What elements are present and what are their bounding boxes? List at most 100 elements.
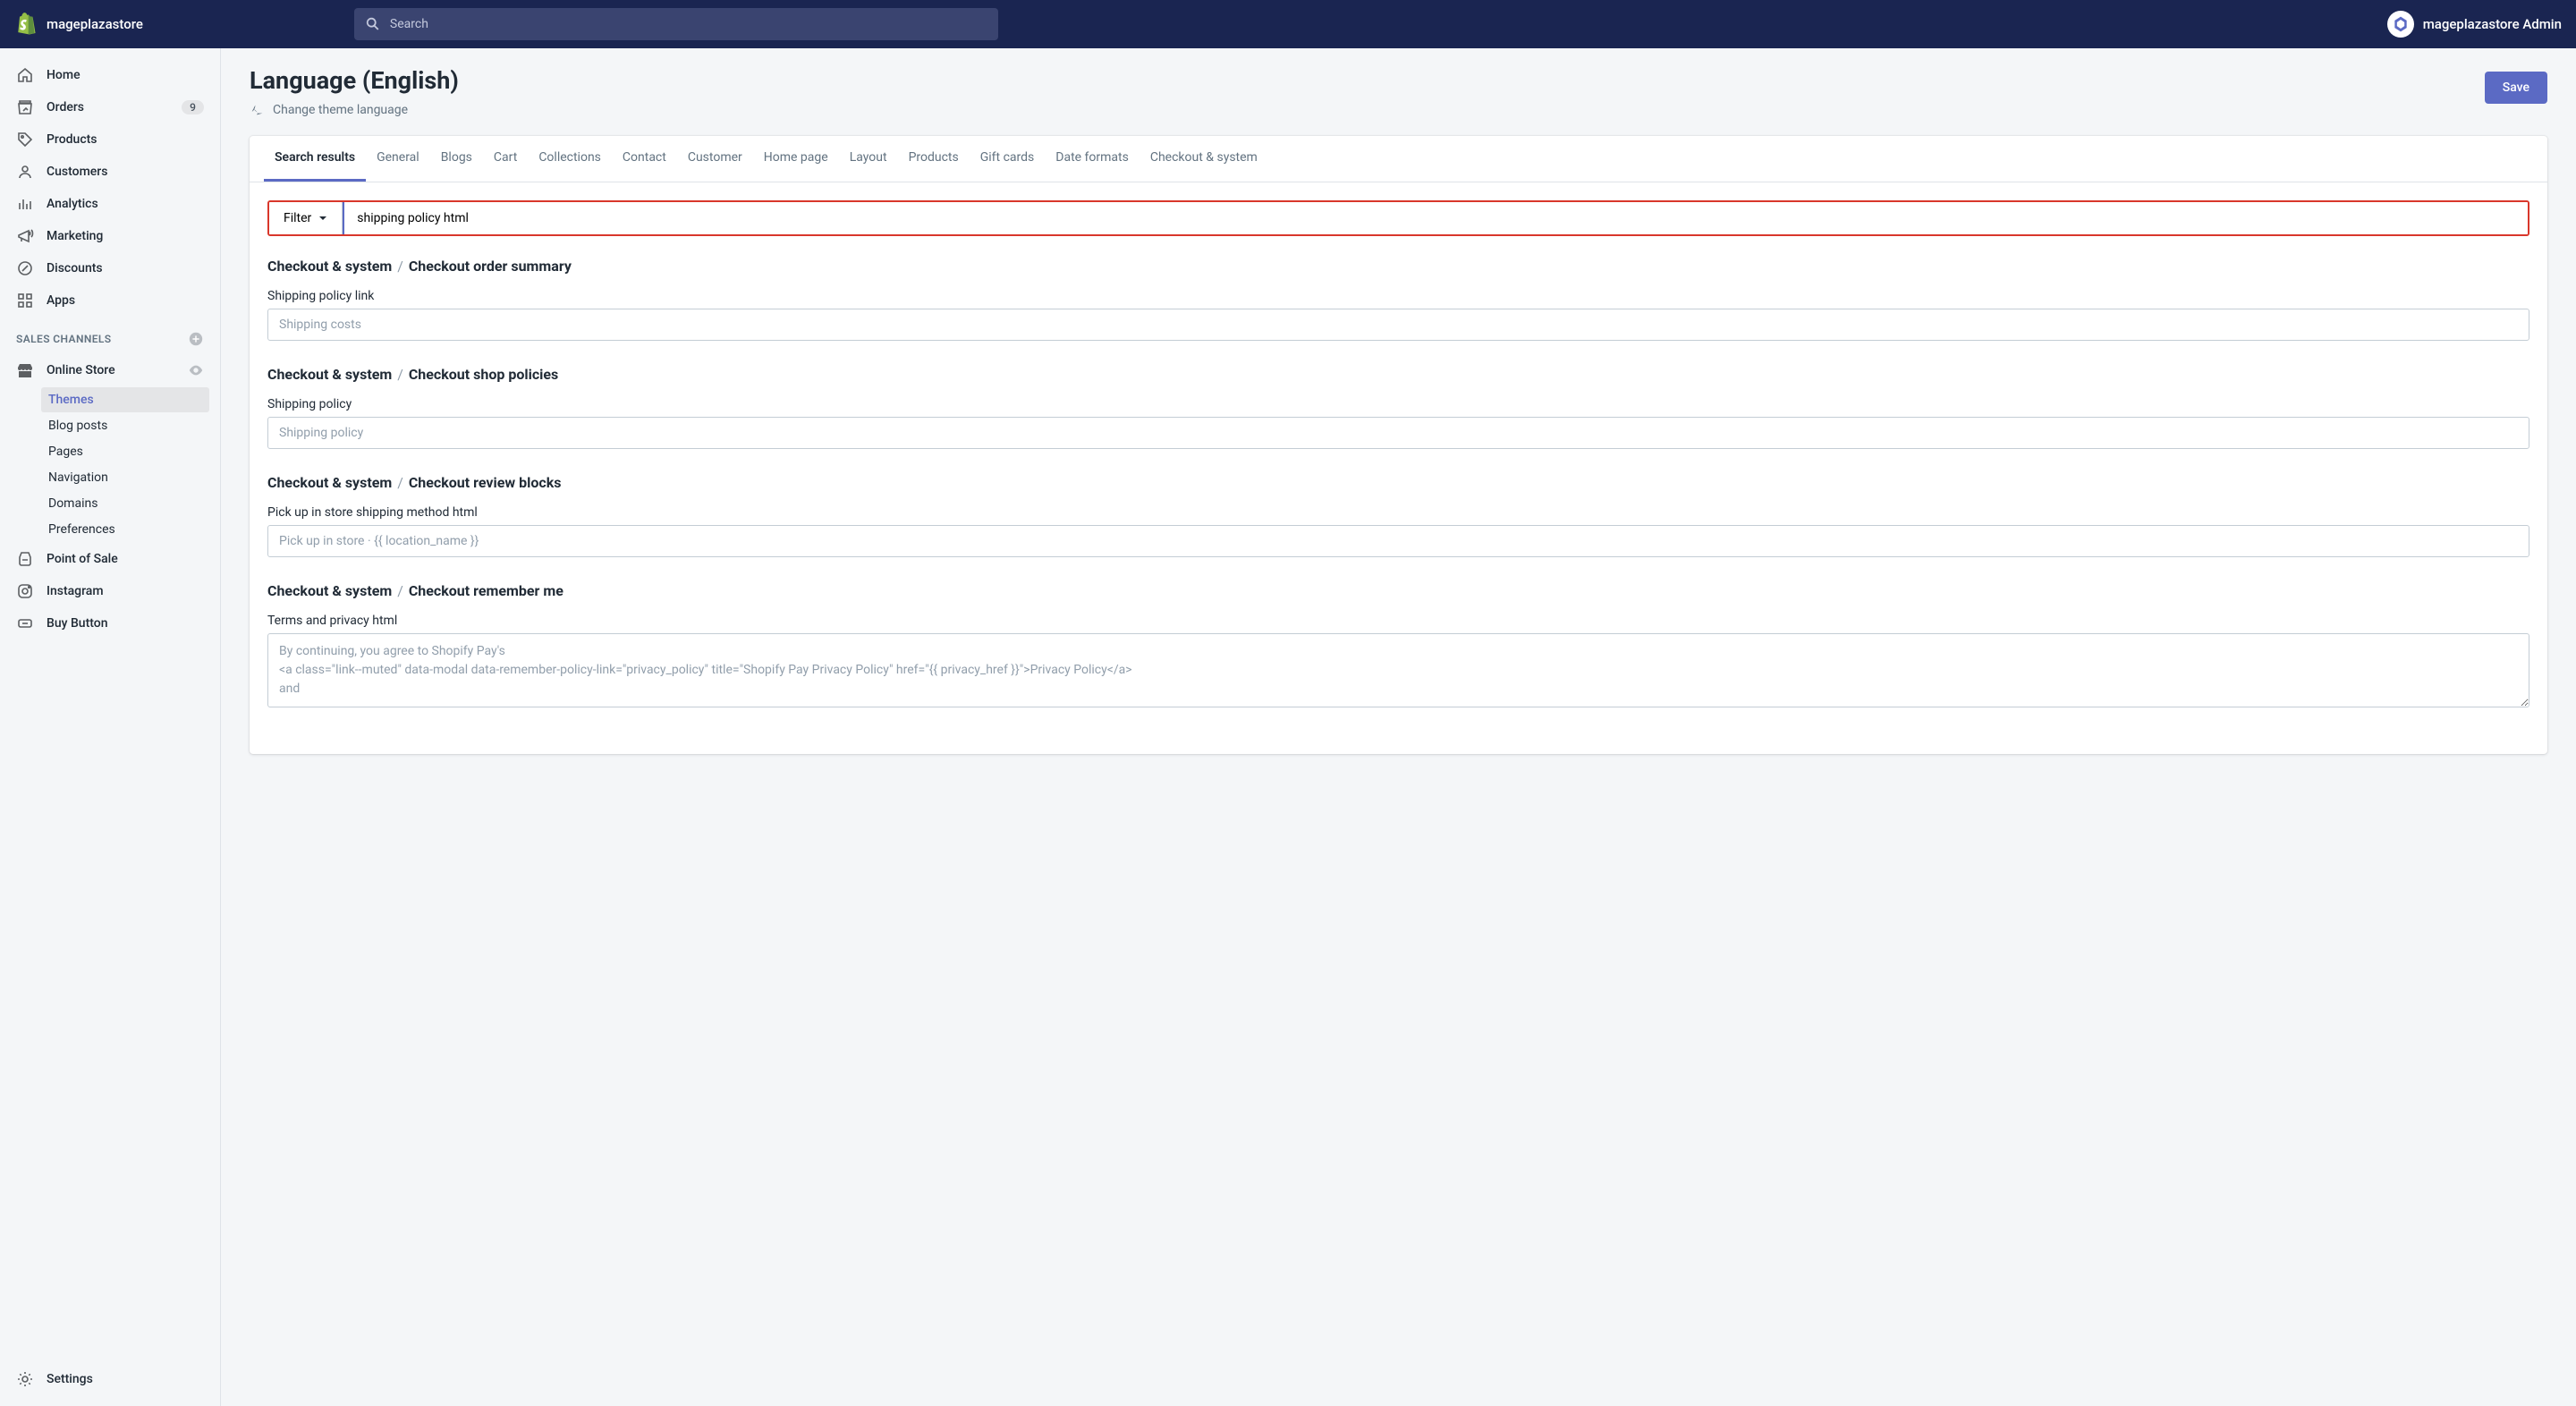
sidebar-label: Settings (47, 1372, 93, 1386)
sidebar-item-marketing[interactable]: Marketing (0, 220, 220, 252)
sidebar-label: Apps (47, 293, 75, 308)
heading-sep: / (397, 258, 407, 275)
user-name: mageplazastore Admin (2423, 16, 2562, 32)
sidebar-label: Products (47, 132, 97, 147)
filter-row: Filter (267, 200, 2529, 236)
subitem-pages[interactable]: Pages (41, 439, 209, 464)
tab-collections[interactable]: Collections (528, 136, 612, 182)
sidebar-label: Point of Sale (47, 552, 118, 566)
sidebar-section-title: SALES CHANNELS (0, 317, 220, 354)
subitem-domains[interactable]: Domains (41, 491, 209, 516)
field-label: Pick up in store shipping method html (267, 505, 2529, 520)
store-name: mageplazastore (47, 16, 143, 32)
change-language-link[interactable]: Change theme language (250, 102, 459, 118)
tab-blogs[interactable]: Blogs (430, 136, 483, 182)
terms-privacy-textarea[interactable] (267, 633, 2529, 707)
tab-gift-cards[interactable]: Gift cards (970, 136, 1046, 182)
heading-sep: / (397, 582, 407, 599)
subitem-blog-posts[interactable]: Blog posts (41, 413, 209, 438)
tab-contact[interactable]: Contact (612, 136, 677, 182)
tab-date-formats[interactable]: Date formats (1045, 136, 1140, 182)
field-label: Shipping policy (267, 397, 2529, 411)
instagram-icon (16, 582, 34, 600)
sidebar-item-online-store[interactable]: Online Store (0, 354, 220, 386)
app-body: Home Orders 9 Products Customers Analyti… (0, 48, 2576, 1406)
heading-b: Checkout shop policies (409, 366, 558, 383)
heading-b: Checkout review blocks (409, 474, 562, 491)
filter-button[interactable]: Filter (269, 202, 343, 234)
tab-layout[interactable]: Layout (839, 136, 898, 182)
topbar-logo[interactable]: mageplazastore (14, 12, 143, 37)
sidebar-item-orders[interactable]: Orders 9 (0, 91, 220, 123)
shopify-icon (14, 12, 38, 37)
tab-products[interactable]: Products (898, 136, 970, 182)
customers-icon (16, 163, 34, 181)
topbar: mageplazastore mageplazastore Admin (0, 0, 2576, 48)
subitem-preferences[interactable]: Preferences (41, 517, 209, 542)
sidebar-item-products[interactable]: Products (0, 123, 220, 156)
section-review-blocks: Checkout & system / Checkout review bloc… (267, 474, 2529, 557)
orders-icon (16, 98, 34, 116)
tab-general[interactable]: General (366, 136, 430, 182)
sidebar-label: Buy Button (47, 616, 108, 631)
heading-a: Checkout & system (267, 582, 392, 599)
eye-icon[interactable] (188, 362, 204, 378)
discounts-icon (16, 259, 34, 277)
sidebar-item-buy-button[interactable]: Buy Button (0, 607, 220, 639)
heading-a: Checkout & system (267, 366, 392, 383)
tab-customer[interactable]: Customer (677, 136, 753, 182)
sidebar-item-customers[interactable]: Customers (0, 156, 220, 188)
sidebar: Home Orders 9 Products Customers Analyti… (0, 48, 221, 1406)
tab-search-results[interactable]: Search results (264, 136, 366, 182)
heading-sep: / (397, 366, 407, 383)
subitem-themes[interactable]: Themes (41, 387, 209, 412)
field-label: Shipping policy link (267, 289, 2529, 303)
filter-input[interactable] (343, 202, 2528, 234)
language-card: Search results General Blogs Cart Collec… (250, 136, 2547, 754)
heading-a: Checkout & system (267, 474, 392, 491)
caret-down-icon (318, 214, 327, 223)
sidebar-item-home[interactable]: Home (0, 59, 220, 91)
section-title-text: SALES CHANNELS (16, 333, 112, 345)
sidebar-label: Instagram (47, 584, 104, 598)
heading-b: Checkout remember me (409, 582, 564, 599)
sidebar-item-analytics[interactable]: Analytics (0, 188, 220, 220)
sidebar-item-settings[interactable]: Settings (0, 1363, 220, 1395)
topbar-user[interactable]: mageplazastore Admin (2387, 11, 2562, 38)
main-content: Language (English) Change theme language… (221, 48, 2576, 1406)
orders-badge: 9 (182, 100, 204, 114)
topbar-search (354, 8, 998, 40)
sidebar-item-instagram[interactable]: Instagram (0, 575, 220, 607)
sidebar-label: Discounts (47, 261, 103, 275)
section-order-summary: Checkout & system / Checkout order summa… (267, 258, 2529, 341)
heading-b: Checkout order summary (409, 258, 572, 275)
subtitle-text: Change theme language (273, 103, 408, 117)
add-channel-icon[interactable] (188, 331, 204, 347)
tab-checkout-system[interactable]: Checkout & system (1140, 136, 1268, 182)
tab-home-page[interactable]: Home page (753, 136, 839, 182)
sidebar-item-apps[interactable]: Apps (0, 284, 220, 317)
sidebar-label: Analytics (47, 197, 98, 211)
shipping-policy-input[interactable] (267, 417, 2529, 449)
sidebar-label: Home (47, 68, 80, 82)
field-label: Terms and privacy html (267, 614, 2529, 628)
card-body: Filter Checkout & system / Checkout orde… (250, 182, 2547, 754)
gear-icon (16, 1370, 34, 1388)
section-heading: Checkout & system / Checkout remember me (267, 582, 2529, 599)
tab-cart[interactable]: Cart (483, 136, 528, 182)
pickup-method-input[interactable] (267, 525, 2529, 557)
page-header: Language (English) Change theme language… (250, 66, 2547, 118)
shipping-policy-link-input[interactable] (267, 309, 2529, 341)
heading-a: Checkout & system (267, 258, 392, 275)
sidebar-item-pos[interactable]: Point of Sale (0, 543, 220, 575)
save-button[interactable]: Save (2485, 72, 2547, 104)
buy-button-icon (16, 614, 34, 632)
tabs: Search results General Blogs Cart Collec… (250, 136, 2547, 182)
sidebar-item-discounts[interactable]: Discounts (0, 252, 220, 284)
sidebar-label: Online Store (47, 363, 115, 377)
products-icon (16, 131, 34, 148)
heading-sep: / (397, 474, 407, 491)
search-input[interactable] (354, 8, 998, 40)
subitem-navigation[interactable]: Navigation (41, 465, 209, 490)
apps-icon (16, 292, 34, 309)
